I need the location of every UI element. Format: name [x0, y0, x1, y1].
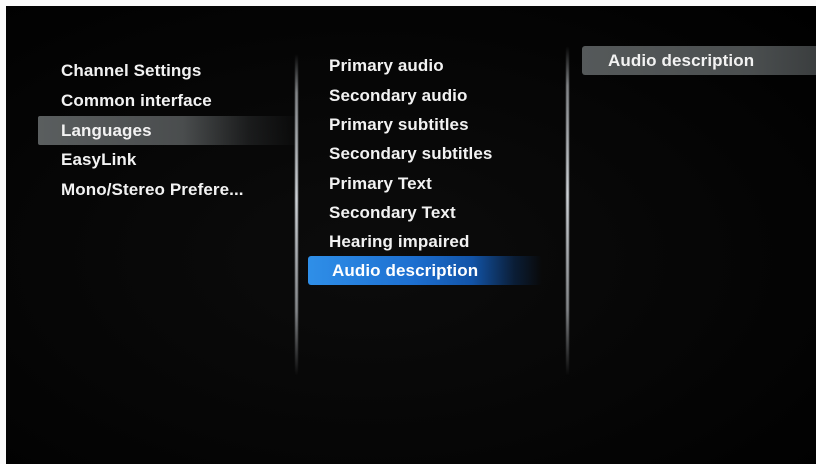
menu-item-mono-stereo-preference[interactable]: Mono/Stereo Prefere...	[38, 175, 271, 204]
menu-item-label: Primary audio	[329, 56, 444, 75]
menu-item-label: Secondary Text	[329, 203, 456, 222]
menu-item-label: Hearing impaired	[329, 232, 470, 251]
menu-item-languages[interactable]: Languages	[38, 116, 301, 145]
column-divider	[295, 54, 298, 376]
column-divider	[566, 46, 569, 376]
menu-item-label: Secondary subtitles	[329, 144, 493, 163]
menu-item-secondary-audio[interactable]: Secondary audio	[308, 81, 549, 110]
menu-item-label: Primary Text	[329, 174, 432, 193]
menu-item-primary-text[interactable]: Primary Text	[308, 169, 549, 198]
menu-item-common-interface[interactable]: Common interface	[38, 86, 271, 115]
menu-item-secondary-text[interactable]: Secondary Text	[308, 198, 549, 227]
detail-item-label: Audio description	[608, 51, 755, 70]
menu-item-label: Languages	[61, 121, 152, 140]
menu-item-label: Primary subtitles	[329, 115, 469, 134]
detail-item-audio-description[interactable]: Audio description	[582, 46, 816, 75]
menu-item-audio-description[interactable]: Audio description	[308, 256, 542, 285]
menu-item-label: Common interface	[61, 91, 212, 110]
menu-item-channel-settings[interactable]: Channel Settings	[38, 56, 271, 85]
tv-menu-screen: Channel Settings Common interface Langua…	[6, 6, 816, 464]
menu-item-primary-audio[interactable]: Primary audio	[308, 51, 549, 80]
menu-item-label: EasyLink	[61, 150, 137, 169]
menu-item-label: Mono/Stereo Prefere...	[61, 180, 244, 199]
menu-item-label: Secondary audio	[329, 86, 468, 105]
menu-item-secondary-subtitles[interactable]: Secondary subtitles	[308, 139, 549, 168]
menu-item-hearing-impaired[interactable]: Hearing impaired	[308, 227, 549, 256]
menu-item-label: Audio description	[332, 261, 479, 280]
menu-item-label: Channel Settings	[61, 61, 202, 80]
menu-item-easylink[interactable]: EasyLink	[38, 145, 271, 174]
menu-item-primary-subtitles[interactable]: Primary subtitles	[308, 110, 549, 139]
